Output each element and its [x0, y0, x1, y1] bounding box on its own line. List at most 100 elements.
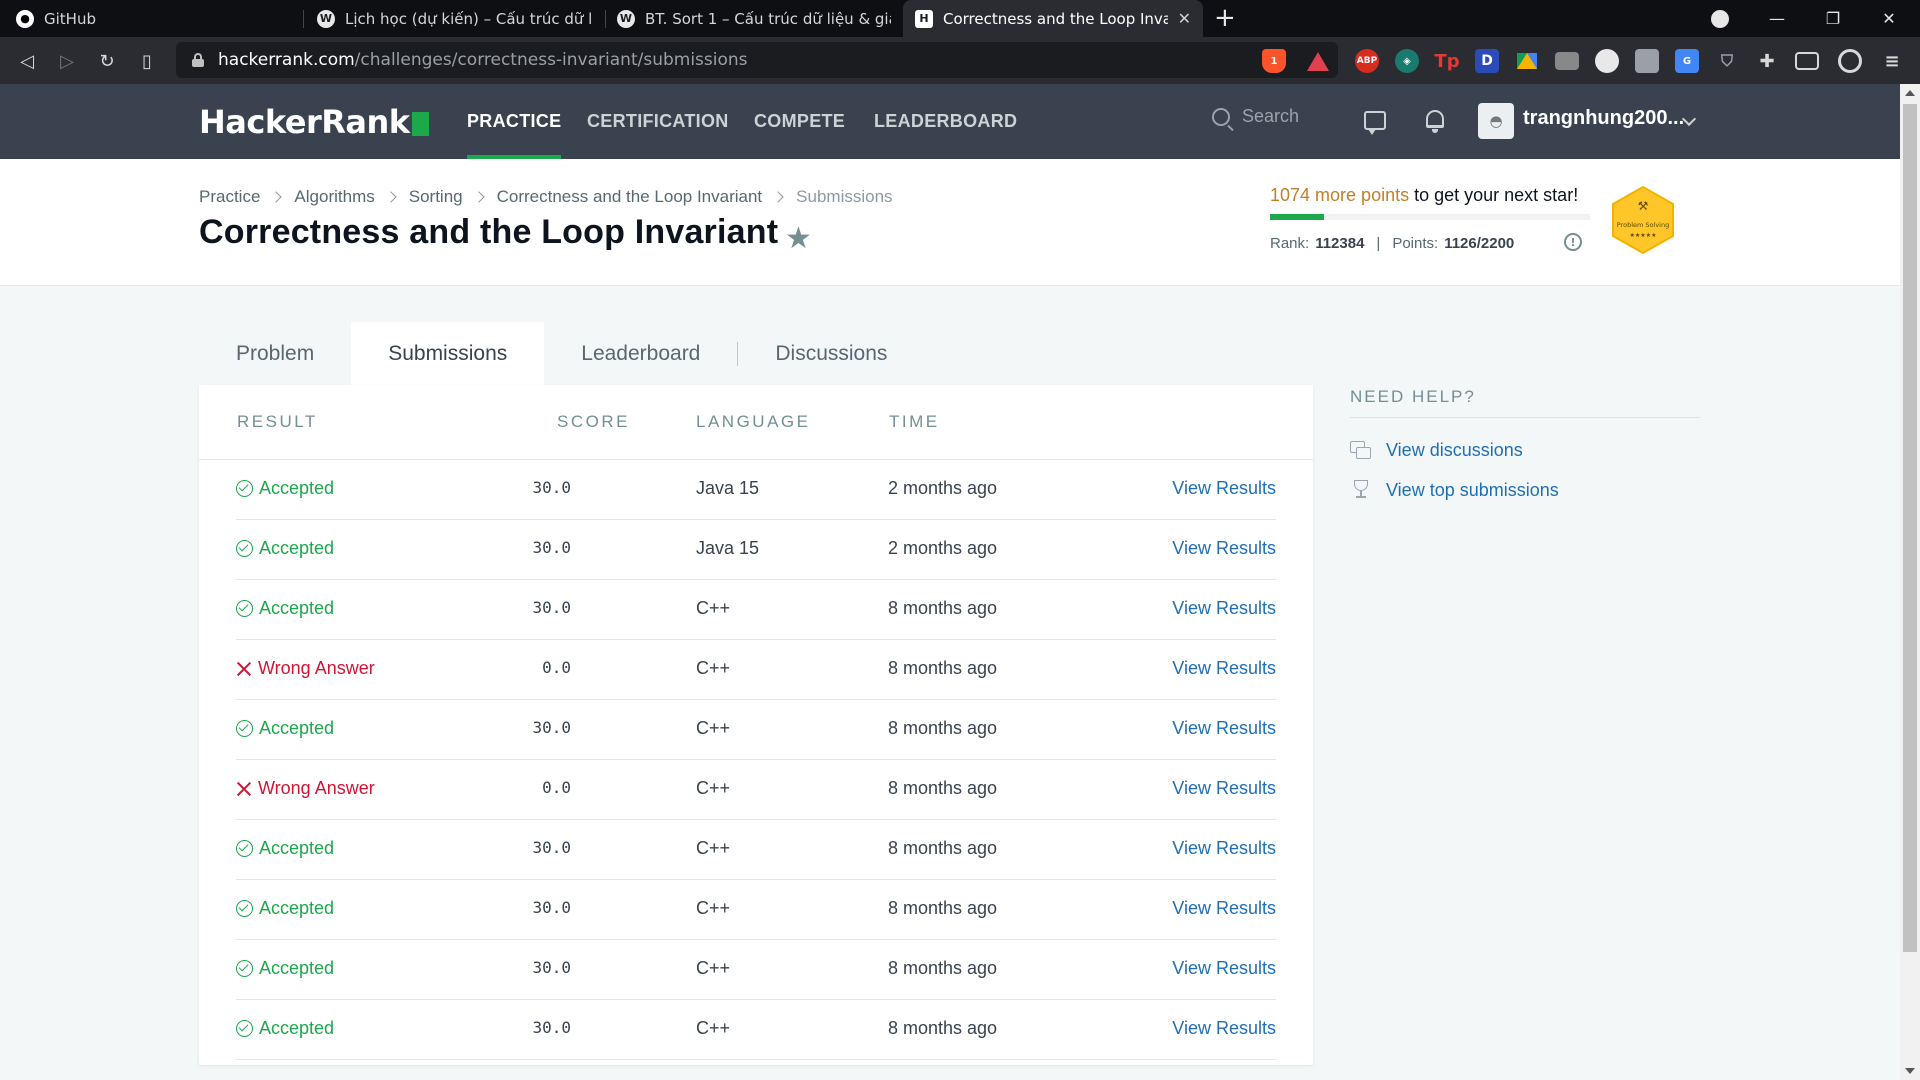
breadcrumb: Practice Algorithms Sorting Correctness … [199, 187, 893, 207]
info-icon[interactable]: ! [1564, 233, 1582, 251]
time-cell: 8 months ago [888, 1018, 998, 1038]
minimize-icon[interactable]: — [1754, 0, 1800, 37]
tab-title: GitHub [44, 9, 96, 28]
nav-compete[interactable]: COMPETE [754, 84, 845, 159]
view-discussions-link[interactable]: View discussions [1350, 440, 1700, 461]
language-cell: C++ [696, 718, 731, 738]
page-scrollbar[interactable] [1900, 84, 1920, 1080]
check-circle-icon [236, 900, 253, 917]
column-time: TIME [889, 412, 940, 431]
problem-solving-badge[interactable]: ⚒ Problem Solving ★★★★★ [1610, 185, 1676, 255]
tab-leaderboard[interactable]: Leaderboard [544, 322, 737, 386]
score-cell: 0.0 [542, 658, 571, 677]
browser-tab-bt-sort[interactable]: W BT. Sort 1 – Cấu trúc dữ liệu & giải t… [605, 0, 903, 37]
view-results-link[interactable]: View Results [1172, 478, 1276, 499]
table-header: RESULT SCORE LANGUAGE TIME [199, 385, 1313, 460]
language-cell: C++ [696, 958, 731, 978]
view-results-link[interactable]: View Results [1172, 898, 1276, 919]
column-score: SCORE [557, 412, 630, 431]
tab-discussions[interactable]: Discussions [738, 322, 924, 386]
brave-rewards-icon[interactable] [1306, 49, 1330, 73]
d-icon[interactable]: D [1475, 49, 1499, 73]
scroll-down-icon[interactable] [1905, 1068, 1915, 1074]
restore-icon[interactable]: ❐ [1810, 0, 1856, 37]
brave-shields-icon[interactable]: 1 [1262, 49, 1286, 73]
result-label: Accepted [259, 838, 335, 858]
view-results-link[interactable]: View Results [1172, 778, 1276, 799]
language-cell: C++ [696, 838, 731, 858]
adblock-plus-icon[interactable]: ABP [1355, 49, 1379, 73]
extension-icon[interactable] [1555, 52, 1579, 70]
new-tab-button[interactable]: + [1214, 4, 1236, 32]
messages-icon[interactable] [1362, 108, 1388, 135]
scroll-up-icon[interactable] [1905, 90, 1915, 96]
reload-icon[interactable]: ↻ [93, 47, 121, 75]
breadcrumb-practice[interactable]: Practice [199, 187, 260, 207]
notifications-bell-icon[interactable] [1422, 108, 1448, 134]
avatar[interactable]: ◓ [1478, 103, 1514, 139]
browser-tab-correctness[interactable]: H Correctness and the Loop Invariant ✕ [903, 0, 1203, 37]
view-results-link[interactable]: View Results [1172, 598, 1276, 619]
extension-icon[interactable]: ◈ [1395, 49, 1419, 73]
back-icon[interactable]: ◁ [13, 47, 41, 75]
language-cell: C++ [696, 598, 731, 618]
scrollbar-thumb[interactable] [1903, 104, 1917, 952]
column-result: RESULT [237, 412, 318, 431]
search-placeholder: Search [1242, 106, 1300, 126]
view-results-link[interactable]: View Results [1172, 658, 1276, 679]
username[interactable]: trangnhung200... [1523, 107, 1684, 130]
close-window-icon[interactable]: ✕ [1866, 0, 1912, 37]
wordpress-icon: W [317, 9, 335, 28]
score-cell: 30.0 [532, 718, 571, 737]
profile-icon[interactable] [1838, 49, 1862, 73]
table-row: Accepted 30.0 C++ 8 months ago View Results [236, 700, 1276, 760]
breadcrumb-sorting[interactable]: Sorting [409, 187, 463, 207]
hackerrank-logo[interactable]: HackerRank [199, 103, 429, 141]
result-cell: Wrong Answer [236, 658, 375, 679]
forward-icon[interactable]: ▷ [53, 47, 81, 75]
menu-icon[interactable]: ≡ [1880, 49, 1904, 73]
extension-icon[interactable] [1635, 49, 1659, 73]
url-field[interactable]: hackerrank.com/challenges/correctness-in… [176, 42, 1338, 78]
view-results-link[interactable]: View Results [1172, 718, 1276, 739]
wallet-icon[interactable] [1795, 52, 1819, 70]
result-label: Accepted [259, 1018, 335, 1038]
bookmark-icon[interactable]: ▯ [133, 47, 161, 75]
view-results-link[interactable]: View Results [1172, 958, 1276, 979]
breadcrumb-algorithms[interactable]: Algorithms [294, 187, 374, 207]
github-icon: ● [16, 9, 34, 28]
language-cell: C++ [696, 658, 731, 678]
chevron-right-icon [270, 191, 283, 203]
nav-practice[interactable]: PRACTICE [467, 84, 562, 159]
shield-icon[interactable]: ⛉ [1715, 49, 1739, 73]
google-translate-icon[interactable]: G [1675, 49, 1699, 73]
submissions-table: RESULT SCORE LANGUAGE TIME Accepted 30.0 J… [199, 385, 1313, 1065]
close-tab-icon[interactable]: ✕ [1178, 9, 1191, 28]
language-cell: C++ [696, 1018, 731, 1038]
badge-emblem-icon: ⚒ [1638, 199, 1649, 213]
view-results-link[interactable]: View Results [1172, 538, 1276, 559]
view-top-submissions-link[interactable]: View top submissions [1350, 479, 1700, 501]
star-bookmark-icon[interactable]: ★ [785, 221, 812, 256]
tab-submissions[interactable]: Submissions [351, 322, 545, 386]
check-circle-icon [236, 720, 253, 737]
browser-tab-github[interactable]: ● GitHub [4, 0, 304, 37]
tab-problem[interactable]: Problem [199, 322, 351, 386]
google-drive-icon[interactable] [1515, 49, 1539, 73]
view-results-link[interactable]: View Results [1172, 1018, 1276, 1039]
nav-leaderboard[interactable]: LEADERBOARD [874, 84, 1017, 159]
view-results-link[interactable]: View Results [1172, 838, 1276, 859]
breadcrumb-challenge[interactable]: Correctness and the Loop Invariant [497, 187, 763, 207]
extension-icon[interactable] [1595, 49, 1619, 73]
time-cell: 8 months ago [888, 598, 998, 618]
result-label: Accepted [259, 718, 335, 738]
chevron-right-icon [472, 191, 485, 203]
nav-certification[interactable]: CERTIFICATION [587, 84, 729, 159]
header-search[interactable]: Search [1212, 106, 1299, 127]
tab-search-icon[interactable] [1697, 0, 1743, 37]
site-header: HackerRank PRACTICE CERTIFICATION COMPET… [0, 84, 1900, 159]
language-cell: C++ [696, 778, 731, 798]
browser-tab-lich-hoc[interactable]: W Lịch học (dự kiến) – Cấu trúc dữ liệu … [305, 0, 605, 37]
puzzle-icon[interactable]: ✚ [1755, 49, 1779, 73]
tp-icon[interactable]: Tp [1434, 49, 1459, 73]
